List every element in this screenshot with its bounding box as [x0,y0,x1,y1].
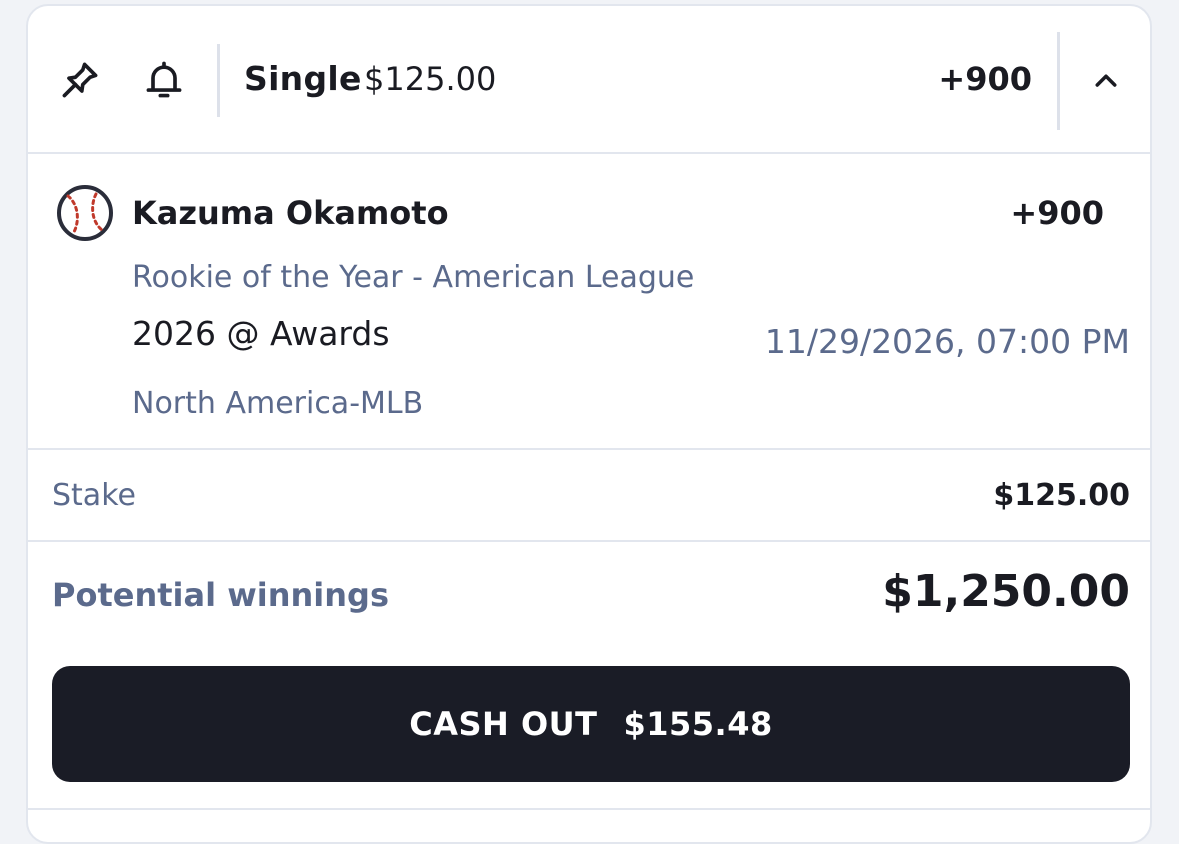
cash-out-button[interactable]: CASH OUT $155.48 [52,666,1130,782]
stake-value: $125.00 [993,478,1130,513]
winnings-label: Potential winnings [52,576,389,614]
market-name: Rookie of the Year - American League [132,260,695,295]
bet-header: Single $125.00 +900 [28,6,1150,154]
collapse-button[interactable] [1084,58,1128,102]
stake-row: Stake $125.00 [28,450,1150,542]
league-name: North America-MLB [132,386,424,421]
winnings-row: Potential winnings $1,250.00 [28,542,1150,662]
pin-icon [62,62,98,98]
bet-type-label: Single [244,59,362,98]
header-divider-left [217,44,220,117]
chevron-up-icon [1095,74,1117,87]
selection-details: Kazuma Okamoto +900 Rookie of the Year -… [28,154,1150,450]
bottom-divider [28,808,1150,810]
cash-out-label: CASH OUT [409,705,598,743]
selection-odds: +900 [1010,194,1104,232]
header-divider-right [1057,32,1060,130]
stake-label: Stake [52,478,136,513]
bet-amount: $125.00 [364,60,497,98]
bell-button[interactable] [140,56,188,104]
event-date: 11/29/2026, 07:00 PM [764,322,1130,361]
selection-name: Kazuma Okamoto [132,194,449,232]
event-name: 2026 @ Awards [132,314,390,353]
pin-button[interactable] [56,56,104,104]
header-odds: +900 [938,60,1032,98]
winnings-value: $1,250.00 [882,566,1130,617]
bell-icon [146,61,182,98]
cash-out-amount: $155.48 [623,705,773,743]
baseball-icon [57,185,113,241]
bet-card: Single $125.00 +900 Kazuma Okamoto +900 … [26,4,1152,844]
